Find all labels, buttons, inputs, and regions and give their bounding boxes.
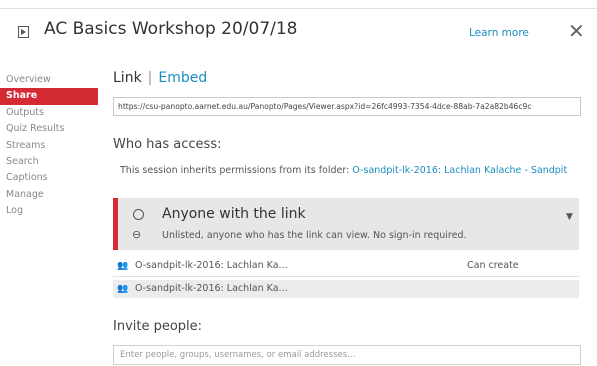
invite-people-input[interactable]	[113, 345, 581, 365]
permission-row: 👥 O-sandpit-lk-2016: Lachlan Ka...	[113, 280, 579, 298]
top-divider	[0, 8, 597, 9]
sidebar-item-streams[interactable]: Streams	[0, 138, 98, 154]
permission-name: O-sandpit-lk-2016: Lachlan Ka...	[135, 260, 288, 271]
share-tabs: Link | Embed	[113, 70, 207, 86]
close-icon[interactable]: ✕	[568, 21, 585, 41]
settings-sidebar: Overview Share Outputs Quiz Results Stre…	[0, 72, 98, 220]
invite-heading: Invite people:	[113, 319, 203, 334]
inherit-folder-link[interactable]: O-sandpit-lk-2016: Lachlan Kalache - San…	[352, 165, 567, 176]
sidebar-item-search[interactable]: Search	[0, 154, 98, 170]
sidebar-item-share[interactable]: Share	[0, 88, 98, 105]
access-level-dropdown[interactable]: ⊖ Anyone with the link Unlisted, anyone …	[113, 198, 579, 250]
globe-icon	[133, 209, 144, 220]
sidebar-item-overview[interactable]: Overview	[0, 72, 98, 88]
session-header: AC Basics Workshop 20/07/18 Learn more ✕	[14, 18, 589, 48]
permission-role[interactable]: Can create	[467, 257, 519, 275]
tab-separator: |	[147, 70, 153, 86]
access-level-title: Anyone with the link	[162, 206, 306, 222]
inherit-notice: This session inherits permissions from i…	[120, 164, 575, 177]
sidebar-item-manage[interactable]: Manage	[0, 187, 98, 203]
sidebar-item-outputs[interactable]: Outputs	[0, 105, 98, 121]
permission-name: O-sandpit-lk-2016: Lachlan Ka...	[135, 283, 288, 294]
permission-row: 👥 O-sandpit-lk-2016: Lachlan Ka... Can c…	[113, 257, 579, 275]
session-title: AC Basics Workshop 20/07/18	[44, 19, 298, 39]
people-icon: 👥	[117, 284, 129, 294]
share-url-field[interactable]: https://csu-panopto.aarnet.edu.au/Panopt…	[113, 97, 581, 116]
tab-link[interactable]: Link	[113, 70, 142, 86]
sidebar-item-log[interactable]: Log	[0, 203, 98, 219]
learn-more-link[interactable]: Learn more	[469, 27, 529, 39]
people-icon: 👥	[117, 261, 129, 271]
play-icon	[18, 26, 29, 38]
link-icon: ⊖	[132, 228, 142, 241]
access-level-description: Unlisted, anyone who has the link can vi…	[162, 230, 467, 241]
row-divider	[113, 276, 579, 277]
sidebar-item-quiz-results[interactable]: Quiz Results	[0, 121, 98, 137]
tab-embed[interactable]: Embed	[158, 70, 207, 86]
inherit-text: This session inherits permissions from i…	[120, 165, 353, 176]
chevron-down-icon[interactable]: ▼	[566, 212, 573, 222]
sidebar-item-captions[interactable]: Captions	[0, 170, 98, 186]
access-heading: Who has access:	[113, 137, 222, 152]
